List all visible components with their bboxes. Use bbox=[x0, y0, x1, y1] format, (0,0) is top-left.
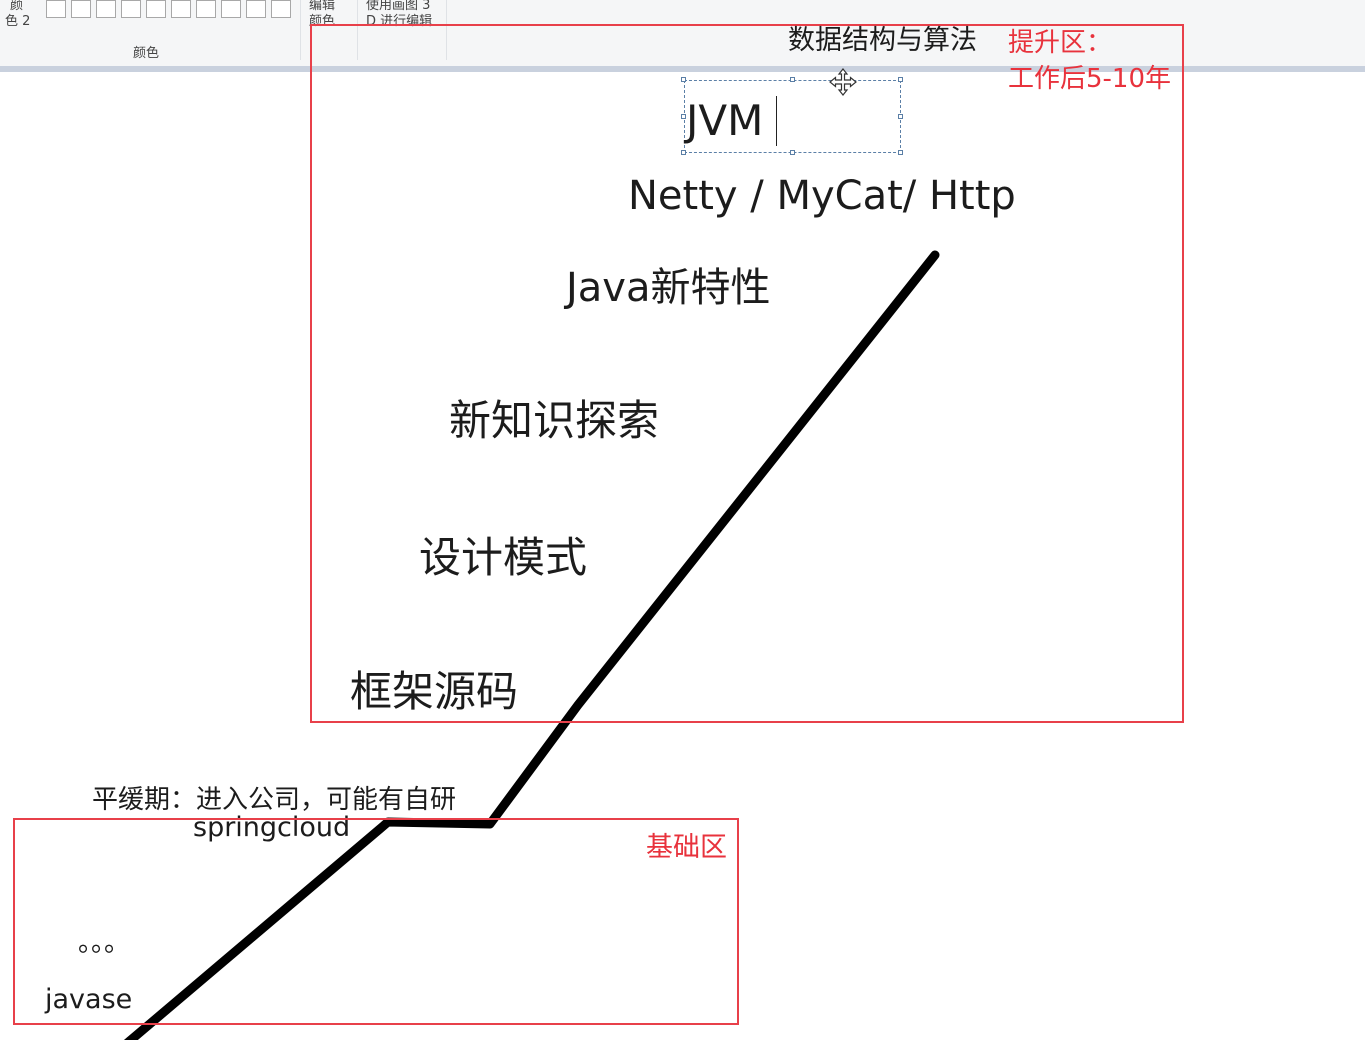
upper-zone-sublabel: 工作后5-10年 bbox=[1008, 64, 1172, 94]
upper-zone-label: 提升区： bbox=[1008, 28, 1113, 58]
resize-handle[interactable] bbox=[681, 77, 686, 82]
resize-handle[interactable] bbox=[681, 150, 686, 155]
base-ellipsis: 。。。 bbox=[78, 928, 131, 958]
base-javase: javase bbox=[45, 984, 133, 1015]
item-netty-mycat-http: Netty / MyCat/ Http bbox=[628, 173, 1016, 219]
resize-handle[interactable] bbox=[790, 150, 795, 155]
base-zone-label: 基础区 bbox=[646, 832, 727, 863]
plateau-label: 平缓期：进入公司，可能有自研 bbox=[92, 785, 457, 815]
item-jvm[interactable]: JVM bbox=[686, 100, 763, 142]
item-java-new-features: Java新特性 bbox=[566, 265, 771, 311]
resize-handle[interactable] bbox=[790, 77, 795, 82]
move-cursor-icon bbox=[829, 68, 857, 96]
resize-handle[interactable] bbox=[898, 114, 903, 119]
item-design-patterns: 设计模式 bbox=[419, 533, 588, 582]
resize-handle[interactable] bbox=[898, 77, 903, 82]
text-caret bbox=[776, 96, 777, 146]
item-new-knowledge: 新知识探索 bbox=[449, 396, 660, 445]
item-data-structures: 数据结构与算法 bbox=[788, 25, 977, 56]
resize-handle[interactable] bbox=[898, 150, 903, 155]
item-framework-source: 框架源码 bbox=[350, 667, 519, 716]
